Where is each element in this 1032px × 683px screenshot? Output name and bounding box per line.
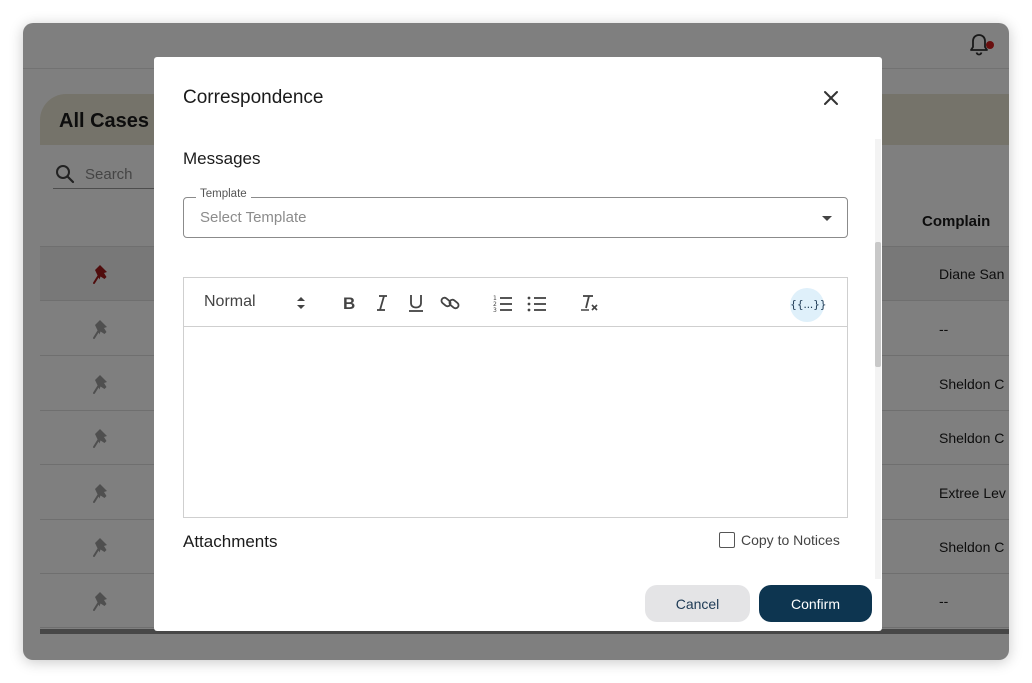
- attachments-heading: Attachments: [183, 532, 278, 551]
- checkbox-icon[interactable]: [719, 532, 735, 548]
- template-select[interactable]: Template Select Template: [183, 188, 848, 238]
- dialog-title: Correspondence: [183, 87, 324, 108]
- link-icon[interactable]: [439, 292, 461, 314]
- dialog-scrollbar-thumb[interactable]: [875, 242, 881, 367]
- messages-heading: Messages: [183, 149, 261, 168]
- heading-format-select[interactable]: Normal: [204, 293, 308, 313]
- message-body-textarea[interactable]: [184, 328, 847, 517]
- message-editor: Normal B 123 {{...}}: [183, 277, 848, 518]
- underline-icon[interactable]: [405, 292, 427, 314]
- svg-text:B: B: [343, 294, 355, 313]
- cancel-button[interactable]: Cancel: [645, 585, 750, 622]
- ordered-list-icon[interactable]: 123: [492, 292, 514, 314]
- format-value: Normal: [204, 293, 256, 310]
- copy-to-notices-checkbox[interactable]: Copy to Notices: [719, 530, 849, 550]
- sort-arrows-icon: [296, 295, 306, 311]
- correspondence-dialog: Correspondence Messages Template Select …: [154, 57, 882, 631]
- italic-icon[interactable]: [371, 292, 393, 314]
- bold-icon[interactable]: B: [338, 292, 360, 314]
- template-placeholder: Select Template: [200, 209, 307, 226]
- variables-label: {{...}}: [790, 298, 827, 311]
- svg-text:3: 3: [493, 307, 497, 314]
- bullet-list-icon[interactable]: [526, 292, 548, 314]
- confirm-button[interactable]: Confirm: [759, 585, 872, 622]
- clear-format-icon[interactable]: [578, 292, 600, 314]
- insert-variable-button[interactable]: {{...}}: [790, 288, 827, 322]
- copy-to-notices-label: Copy to Notices: [741, 532, 840, 548]
- chevron-down-icon: [822, 216, 832, 221]
- editor-toolbar: Normal B 123 {{...}}: [184, 278, 847, 327]
- template-field-label: Template: [196, 188, 251, 200]
- close-icon[interactable]: [820, 87, 842, 109]
